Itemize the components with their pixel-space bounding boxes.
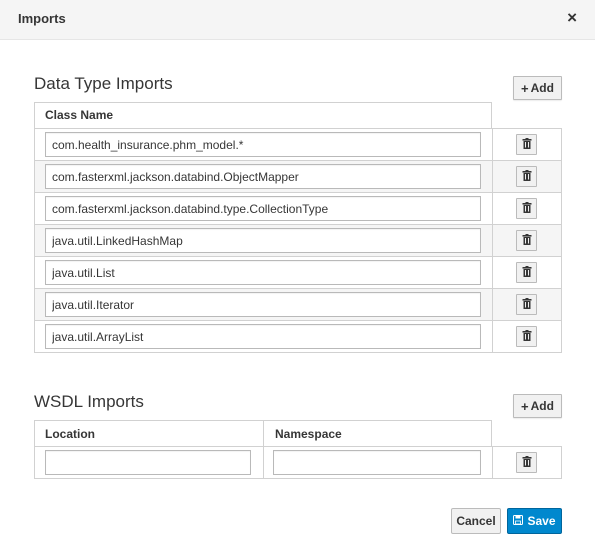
delete-row-button[interactable] bbox=[516, 134, 537, 155]
add-label: Add bbox=[530, 81, 554, 95]
delete-row-button[interactable] bbox=[516, 262, 537, 283]
delete-row-button[interactable] bbox=[516, 230, 537, 251]
delete-row-button[interactable] bbox=[516, 198, 537, 219]
trash-icon bbox=[522, 169, 532, 184]
add-label: Add bbox=[530, 399, 554, 413]
floppy-disk-icon bbox=[513, 514, 524, 528]
class-name-input[interactable] bbox=[45, 260, 481, 285]
class-name-input[interactable] bbox=[45, 324, 481, 349]
data-type-imports-title: Data Type Imports bbox=[34, 74, 173, 93]
add-wsdl-import-button[interactable]: + Add bbox=[513, 394, 562, 418]
column-header-namespace: Namespace bbox=[275, 427, 342, 441]
wsdl-header-row: Location Namespace bbox=[34, 420, 492, 447]
class-name-header-cell: Class Name bbox=[34, 102, 492, 128]
modal-header: Imports × bbox=[0, 0, 595, 40]
save-button[interactable]: Save bbox=[507, 508, 562, 534]
delete-row-button[interactable] bbox=[516, 166, 537, 187]
save-label: Save bbox=[527, 514, 556, 528]
delete-row-button[interactable] bbox=[516, 326, 537, 347]
trash-icon bbox=[522, 233, 532, 248]
class-name-input[interactable] bbox=[45, 164, 481, 189]
trash-icon bbox=[522, 329, 532, 344]
wsdl-imports-title: WSDL Imports bbox=[34, 392, 144, 411]
delete-row-button[interactable] bbox=[516, 294, 537, 315]
plus-icon: + bbox=[521, 80, 529, 96]
add-data-type-import-button[interactable]: + Add bbox=[513, 76, 562, 100]
class-name-input[interactable] bbox=[45, 196, 481, 221]
column-header-location: Location bbox=[45, 427, 95, 441]
class-name-input[interactable] bbox=[45, 228, 481, 253]
cancel-button[interactable]: Cancel bbox=[451, 508, 501, 534]
trash-icon bbox=[522, 297, 532, 312]
cancel-label: Cancel bbox=[456, 514, 496, 528]
trash-icon bbox=[522, 137, 532, 152]
namespace-input[interactable] bbox=[273, 450, 481, 475]
trash-icon bbox=[522, 201, 532, 216]
column-header-class-name: Class Name bbox=[45, 108, 114, 122]
dialog-title: Imports bbox=[18, 11, 66, 26]
delete-wsdl-row-button[interactable] bbox=[516, 452, 537, 473]
close-icon[interactable]: × bbox=[567, 8, 577, 28]
class-name-input[interactable] bbox=[45, 292, 481, 317]
trash-icon bbox=[522, 265, 532, 280]
location-input[interactable] bbox=[45, 450, 251, 475]
trash-icon bbox=[522, 455, 532, 470]
class-name-input[interactable] bbox=[45, 132, 481, 157]
plus-icon: + bbox=[521, 398, 529, 414]
